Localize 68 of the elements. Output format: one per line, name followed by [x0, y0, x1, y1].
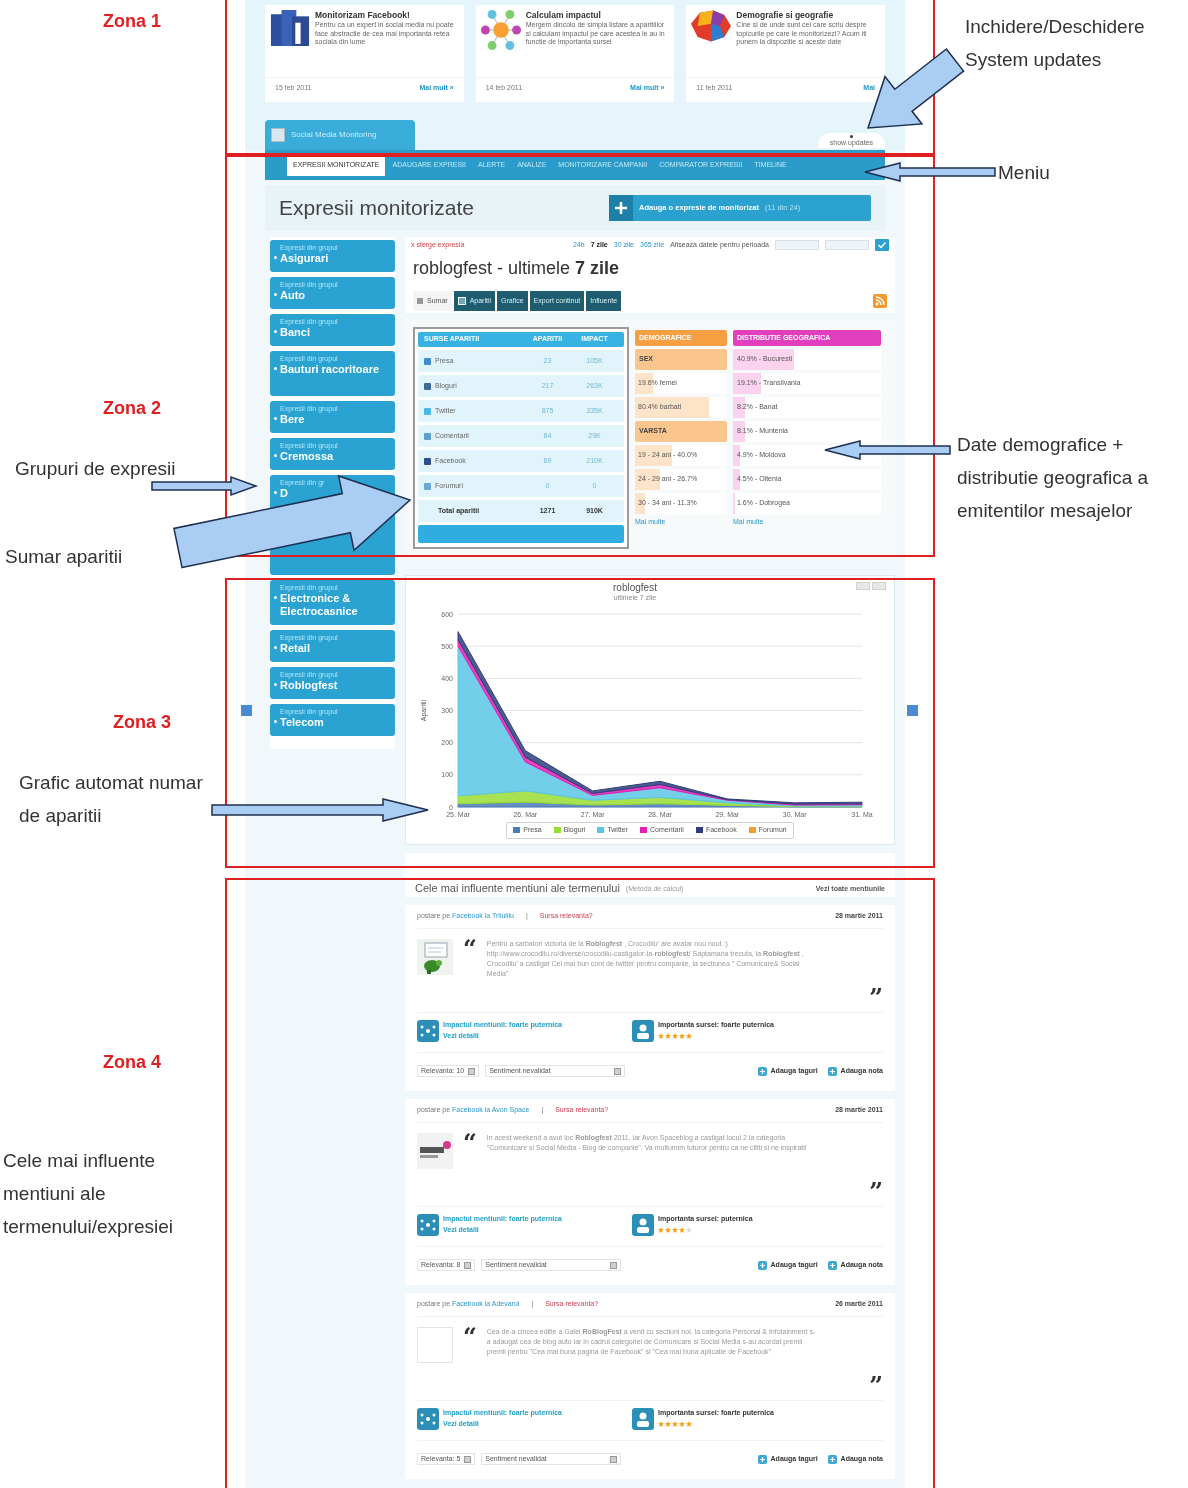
print-icon[interactable] — [872, 582, 886, 590]
end-date-field[interactable] — [825, 240, 869, 250]
bullet-icon — [274, 646, 277, 649]
start-date-field[interactable] — [775, 240, 819, 250]
avatar-placeholder — [417, 1327, 453, 1363]
check-button-icon[interactable] — [875, 239, 889, 251]
plus-icon — [609, 195, 633, 221]
expression-heading: roblogfest - ultimele 7 zile — [413, 256, 620, 280]
legend-swatch — [597, 827, 605, 834]
annotation-text: Meniu — [998, 161, 1051, 185]
plus-icon — [757, 1066, 767, 1076]
legend-swatch — [640, 827, 648, 834]
open-quote-mark: “ — [463, 939, 477, 965]
bullet-icon — [274, 491, 277, 494]
person-icon — [632, 1020, 654, 1042]
plus-icon — [827, 1454, 837, 1464]
legend-swatch — [748, 827, 756, 834]
open-quote-mark: “ — [463, 1133, 477, 1159]
plus-icon — [827, 1260, 837, 1270]
bullet-icon — [274, 720, 277, 723]
bullet-icon — [274, 293, 277, 296]
plus-icon — [757, 1260, 767, 1270]
bullet-icon — [274, 454, 277, 457]
news-title: Calculam impactul — [525, 10, 602, 21]
resize-handle — [241, 705, 252, 716]
annotation-text: Cele mai influente mentiuni ale termenului/expresiei — [3, 1149, 175, 1239]
close-quote-mark: ” — [869, 1182, 883, 1202]
brand-name: Social Media Monitoring — [291, 129, 377, 141]
bullet-icon — [274, 417, 277, 420]
map-icon — [691, 10, 732, 42]
plus-icon — [757, 1454, 767, 1464]
zone-label: Zona 4 — [103, 1051, 161, 1074]
network-icon — [480, 10, 521, 50]
close-quote-mark: ” — [869, 988, 883, 1008]
news-title: Demografie si geografie — [736, 10, 835, 21]
cubes-icon — [270, 10, 310, 46]
rss-icon[interactable] — [873, 294, 887, 308]
page-title: Expresii monitorizate — [279, 195, 474, 222]
legend-swatch — [513, 827, 521, 834]
annotation-text: Grupuri de expresii — [15, 457, 177, 481]
network-icon — [417, 1408, 439, 1430]
person-icon — [632, 1214, 654, 1236]
person-icon — [632, 1408, 654, 1430]
chart-title: roblogfest — [613, 582, 657, 593]
annotation-text: Grafic automat numar de aparitii — [19, 771, 204, 828]
network-icon — [417, 1020, 439, 1042]
bullet-icon — [274, 683, 277, 686]
network-icon — [417, 1214, 439, 1236]
zone-label: Zona 2 — [103, 397, 161, 420]
zone-label: Zona 3 — [113, 711, 171, 734]
annotation-text: Inchidere/Deschidere System updates — [965, 15, 1146, 72]
annotation-text: Sumar aparitii — [5, 545, 124, 569]
news-title: Monitorizam Facebook! — [315, 10, 411, 21]
export-icon[interactable] — [856, 582, 870, 590]
legend-swatch — [553, 827, 561, 834]
bullet-icon — [274, 256, 277, 259]
legend-swatch — [695, 827, 703, 834]
logo-icon — [271, 128, 285, 142]
bullet-icon — [274, 330, 277, 333]
zone-label: Zona 1 — [103, 10, 161, 33]
annotation-text: Date demografice + distributie geografica a emitentilor mesajelor — [957, 433, 1150, 523]
bullet-icon — [274, 367, 277, 370]
open-quote-mark: “ — [463, 1327, 477, 1353]
close-quote-mark: ” — [869, 1376, 883, 1396]
section-title: Cele mai influente mentiuni ale termenului — [415, 882, 620, 894]
resize-handle — [907, 705, 918, 716]
bullet-icon — [274, 596, 277, 599]
plus-icon — [827, 1066, 837, 1076]
